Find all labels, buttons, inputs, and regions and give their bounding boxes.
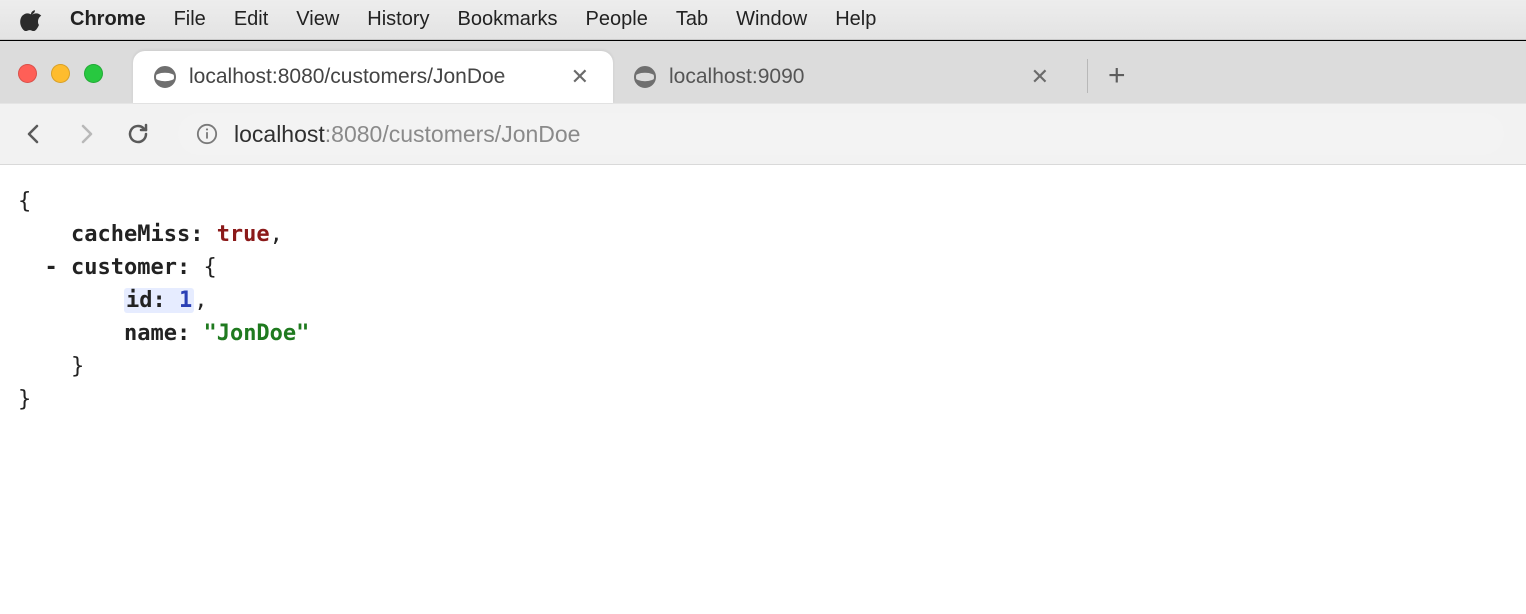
json-comma: , [270,222,283,247]
tab-separator [1087,59,1088,93]
page-content: { cacheMiss: true, - customer: { id: 1, … [0,165,1526,436]
tab-strip: localhost:8080/customers/JonDoe ✕ localh… [0,41,1526,103]
menubar-item-people[interactable]: People [586,8,648,31]
json-value-name: "JonDoe" [203,321,309,346]
address-bar[interactable]: localhost:8080/customers/JonDoe [178,113,1504,155]
tab-active[interactable]: localhost:8080/customers/JonDoe ✕ [133,51,613,103]
close-tab-icon[interactable]: ✕ [567,66,593,88]
macos-menubar: Chrome File Edit View History Bookmarks … [0,0,1526,40]
json-customer-close: } [18,350,1508,383]
json-customer-open-line: - customer: { [18,251,1508,284]
menubar-item-history[interactable]: History [367,8,429,31]
url-path: :8080/customers/JonDoe [325,121,581,147]
json-key-name: name: [124,321,190,346]
json-key-customer: customer: [71,255,190,280]
menubar-item-bookmarks[interactable]: Bookmarks [458,8,558,31]
forward-button[interactable] [74,122,98,146]
close-tab-icon[interactable]: ✕ [1027,66,1053,88]
menubar-item-file[interactable]: File [174,8,206,31]
menubar-item-tab[interactable]: Tab [676,8,708,31]
globe-icon [633,65,657,89]
apple-logo-icon[interactable] [20,9,42,31]
menubar-item-help[interactable]: Help [835,8,876,31]
toolbar: localhost:8080/customers/JonDoe [0,103,1526,165]
json-customer-brace-open: { [203,255,216,280]
menubar-item-window[interactable]: Window [736,8,807,31]
menubar-item-view[interactable]: View [296,8,339,31]
new-tab-button[interactable]: + [1108,61,1126,91]
window-close-button[interactable] [18,64,37,83]
url-host: localhost [234,121,325,147]
json-cachemiss-line: cacheMiss: true, [18,218,1508,251]
json-comma: , [194,288,207,313]
tab-inactive[interactable]: localhost:9090 ✕ [613,51,1073,103]
json-key-id: id: [126,288,166,313]
window-controls [18,64,103,83]
json-name-line: name: "JonDoe" [18,317,1508,350]
back-button[interactable] [22,122,46,146]
menubar-app-name[interactable]: Chrome [70,8,146,31]
json-key-cachemiss: cacheMiss: [71,222,203,247]
globe-icon [153,65,177,89]
json-brace-open: { [18,185,1508,218]
window-minimize-button[interactable] [51,64,70,83]
json-id-line: id: 1, [18,284,1508,317]
tab-title: localhost:9090 [669,65,1015,89]
menubar-item-edit[interactable]: Edit [234,8,268,31]
site-info-icon[interactable] [196,123,218,145]
collapse-toggle-icon[interactable]: - [45,255,58,280]
browser-chrome: localhost:8080/customers/JonDoe ✕ localh… [0,40,1526,165]
json-value-id: 1 [179,288,192,313]
url-text: localhost:8080/customers/JonDoe [234,121,580,148]
tab-title: localhost:8080/customers/JonDoe [189,65,555,89]
json-value-cachemiss: true [217,222,270,247]
reload-button[interactable] [126,122,150,146]
window-maximize-button[interactable] [84,64,103,83]
json-brace-close: } [18,383,1508,416]
